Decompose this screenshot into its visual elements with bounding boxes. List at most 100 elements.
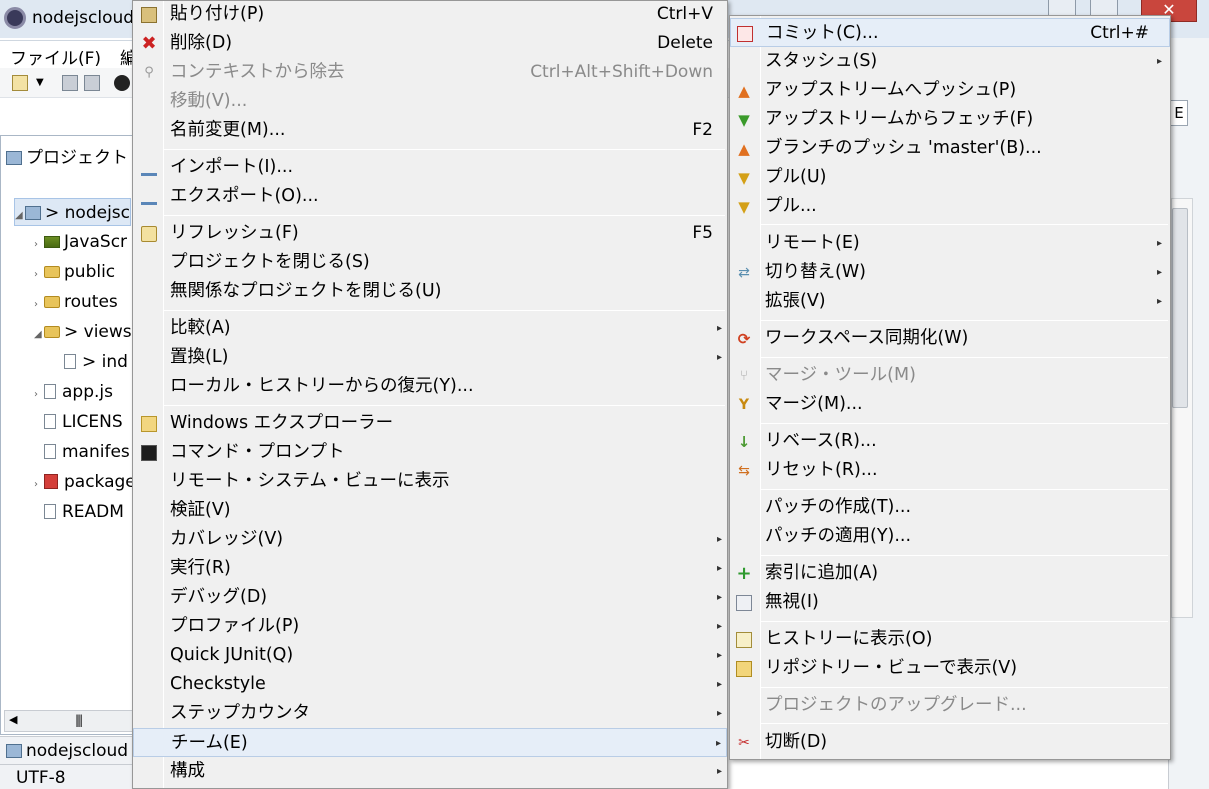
menu-item[interactable]: エクスポート(O)... <box>133 182 727 211</box>
menu-item[interactable]: + 索引に追加(A) <box>730 559 1170 588</box>
collapsed-arrow-icon[interactable]: › <box>34 381 44 409</box>
tree-item[interactable]: › routes <box>34 288 118 316</box>
menu-item: 移動(V)... <box>133 87 727 116</box>
menu-item[interactable]: 比較(A) ▸ <box>133 314 727 343</box>
save-all-icon[interactable] <box>84 75 100 91</box>
collapsed-arrow-icon[interactable]: › <box>34 261 44 289</box>
menu-item[interactable]: リポジトリー・ビューで表示(V) <box>730 654 1170 683</box>
menu-item[interactable]: コマンド・プロンプト <box>133 438 727 467</box>
scroll-left-icon[interactable]: ◀ <box>9 713 17 726</box>
save-icon[interactable] <box>62 75 78 91</box>
menu-item[interactable]: パッチの作成(T)... <box>730 493 1170 522</box>
menu-item-shortcut: Ctrl+Alt+Shift+Down <box>530 62 713 82</box>
menu-item[interactable]: 名前変更(M)... F2 <box>133 116 727 145</box>
menu-item[interactable]: ✖ 削除(D) Delete <box>133 29 727 58</box>
expanded-arrow-icon[interactable]: ◢ <box>15 202 25 230</box>
menu-item[interactable]: スタッシュ(S) ▸ <box>730 47 1170 76</box>
menu-item[interactable]: 貼り付け(P) Ctrl+V <box>133 0 727 29</box>
menu-item[interactable]: ▼ プル(U) <box>730 163 1170 192</box>
menu-item[interactable]: ローカル・ヒストリーからの復元(Y)... <box>133 372 727 401</box>
dropdown-arrow-icon[interactable]: ▼ <box>36 75 52 91</box>
menu-item[interactable]: ↓ リベース(R)... <box>730 427 1170 456</box>
menu-item-label: マージ・ツール(M) <box>765 365 916 385</box>
menu-item-label: 検証(V) <box>170 500 231 520</box>
menu-item-label: ブランチのプッシュ 'master'(B)... <box>765 138 1042 158</box>
command-prompt-icon <box>141 445 157 461</box>
new-icon[interactable] <box>12 75 28 91</box>
collapsed-arrow-icon[interactable]: › <box>34 471 44 499</box>
project-explorer-tab[interactable]: プロジェクト <box>6 143 128 168</box>
horizontal-scrollbar[interactable]: ◀ ||| <box>4 710 134 732</box>
menu-item[interactable]: 構成 ▸ <box>133 757 727 786</box>
package-icon <box>44 474 58 489</box>
menu-item[interactable]: 無視(I) <box>730 588 1170 617</box>
menu-item[interactable]: デバッグ(D) ▸ <box>133 583 727 612</box>
menu-item-label: 構成 <box>170 761 205 781</box>
menu-item[interactable]: ✂ 切断(D) <box>730 728 1170 757</box>
menu-item[interactable]: リモート(E) ▸ <box>730 229 1170 258</box>
menu-separator <box>760 423 1168 424</box>
tree-item[interactable]: › JavaScr <box>34 228 127 256</box>
menu-item-label: インポート(I)... <box>170 157 294 177</box>
menu-item-label: Checkstyle <box>170 674 266 694</box>
menu-item[interactable]: ▲ アップストリームへプッシュ(P) <box>730 76 1170 105</box>
folder-icon <box>44 266 60 278</box>
menu-item[interactable]: ヒストリーに表示(O) <box>730 625 1170 654</box>
tree-item[interactable]: LICENS <box>34 408 123 436</box>
menu-item[interactable]: コミット(C)... Ctrl+# <box>730 18 1170 47</box>
menu-item-label: 名前変更(M)... <box>170 120 286 140</box>
tree-item-label: READM <box>62 502 124 522</box>
menu-separator <box>163 149 725 150</box>
menu-file[interactable]: ファイル(F) <box>10 44 101 69</box>
tree-item[interactable]: ◢ > nodejsc <box>14 198 131 226</box>
menu-item[interactable]: Checkstyle ▸ <box>133 670 727 699</box>
menu-item[interactable]: Quick JUnit(Q) ▸ <box>133 641 727 670</box>
menu-item[interactable]: リフレッシュ(F) F5 <box>133 219 727 248</box>
menu-item[interactable]: インポート(I)... <box>133 153 727 182</box>
expanded-arrow-icon[interactable]: ◢ <box>34 321 44 349</box>
menu-item[interactable]: ▼ アップストリームからフェッチ(F) <box>730 105 1170 134</box>
right-strip-button[interactable]: E <box>1170 100 1188 126</box>
repository-icon <box>736 661 752 677</box>
tree-item[interactable]: › app.js <box>34 378 113 406</box>
menu-item[interactable]: Y マージ(M)... <box>730 390 1170 419</box>
folder-icon <box>44 326 60 338</box>
tree-item-label: package <box>64 472 136 492</box>
menu-item[interactable]: 無関係なプロジェクトを閉じる(U) <box>133 277 727 306</box>
tree-item[interactable]: › package <box>34 468 136 496</box>
menu-item[interactable]: チーム(E) ▸ <box>133 728 727 757</box>
menu-item[interactable]: ⟳ ワークスペース同期化(W) <box>730 324 1170 353</box>
menu-item[interactable]: ▼ プル... <box>730 192 1170 221</box>
circle-icon[interactable] <box>114 75 130 91</box>
menu-item[interactable]: リモート・システム・ビューに表示 <box>133 467 727 496</box>
menu-item[interactable]: カバレッジ(V) ▸ <box>133 525 727 554</box>
menu-item[interactable]: Windows エクスプローラー <box>133 409 727 438</box>
scroll-thumb-grip-icon[interactable]: ||| <box>75 713 83 727</box>
menu-item: ⚲ コンテキストから除去 Ctrl+Alt+Shift+Down <box>133 58 727 87</box>
collapsed-arrow-icon[interactable]: › <box>34 291 44 319</box>
menu-item-label: リモート・システム・ビューに表示 <box>170 471 450 491</box>
submenu-arrow-icon: ▸ <box>716 766 722 777</box>
menu-item[interactable]: 検証(V) <box>133 496 727 525</box>
menu-item[interactable]: ⇄ 切り替え(W) ▸ <box>730 258 1170 287</box>
vertical-scrollbar-thumb[interactable] <box>1172 208 1188 408</box>
menu-item[interactable]: 置換(L) ▸ <box>133 343 727 372</box>
tree-item[interactable]: ◢ > views <box>34 318 132 346</box>
tree-item[interactable]: > ind <box>54 348 128 376</box>
menu-item[interactable]: プロジェクトを閉じる(S) <box>133 248 727 277</box>
menu-item[interactable]: パッチの適用(Y)... <box>730 522 1170 551</box>
menu-item[interactable]: 実行(R) ▸ <box>133 554 727 583</box>
collapsed-arrow-icon[interactable]: › <box>34 231 44 259</box>
tree-item[interactable]: manifes <box>34 438 130 466</box>
tree-item[interactable]: READM <box>34 498 124 526</box>
menu-item[interactable]: ⇆ リセット(R)... <box>730 456 1170 485</box>
menu-separator <box>760 687 1168 688</box>
tree-item[interactable]: › public <box>34 258 115 286</box>
menu-item[interactable]: ステップカウンタ ▸ <box>133 699 727 728</box>
menu-item[interactable]: 拡張(V) ▸ <box>730 287 1170 316</box>
menu-item[interactable]: ▲ ブランチのプッシュ 'master'(B)... <box>730 134 1170 163</box>
menu-item[interactable]: プロファイル(P) ▸ <box>133 612 727 641</box>
merge-icon: Y <box>738 397 750 413</box>
submenu-arrow-icon: ▸ <box>716 563 722 574</box>
menu-item-label: スタッシュ(S) <box>765 51 878 71</box>
